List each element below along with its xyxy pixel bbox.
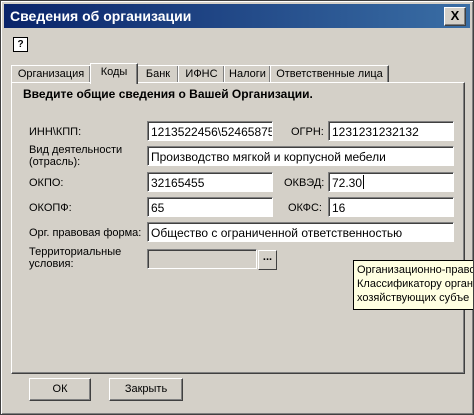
ok-button[interactable]: ОК bbox=[29, 378, 91, 401]
tooltip-line-3: хозяйствующих субъе bbox=[357, 292, 470, 304]
window-title: Сведения об организации bbox=[10, 8, 192, 24]
territorial-input[interactable] bbox=[147, 249, 257, 269]
text-cursor bbox=[363, 175, 364, 189]
tab-codes[interactable]: Коды bbox=[90, 63, 138, 84]
tooltip: Организационно-право Классификатору орга… bbox=[353, 260, 473, 310]
legal-form-input[interactable]: Общество с ограниченной ответственностью bbox=[147, 222, 454, 242]
close-window-button[interactable]: X bbox=[444, 7, 466, 26]
okpo-label: ОКПО: bbox=[29, 177, 64, 189]
ogrn-input[interactable]: 1231231232132 bbox=[328, 121, 454, 141]
inn-kpp-label: ИНН\КПП: bbox=[29, 126, 82, 138]
tab-bank[interactable]: Банк bbox=[137, 65, 179, 83]
okfs-input[interactable]: 16 bbox=[328, 197, 454, 217]
organization-dialog: Сведения об организации X ? Организация … bbox=[0, 0, 474, 415]
activity-label-line2: (отрасль): bbox=[29, 156, 81, 168]
legal-form-label: Орг. правовая форма: bbox=[29, 227, 142, 239]
tab-taxes[interactable]: Налоги bbox=[224, 65, 271, 83]
tab-ifns[interactable]: ИФНС bbox=[178, 65, 225, 83]
territorial-label-line1: Территориальные bbox=[29, 246, 122, 258]
activity-input[interactable]: Производство мягкой и корпусной мебели bbox=[147, 146, 454, 166]
help-icon[interactable]: ? bbox=[13, 37, 28, 52]
okopf-input[interactable]: 65 bbox=[147, 197, 273, 217]
activity-label-line1: Вид деятельности bbox=[29, 144, 123, 156]
tooltip-line-2: Классификатору орган bbox=[357, 278, 473, 290]
ogrn-label: ОГРН: bbox=[291, 126, 324, 138]
okfs-label: ОКФС: bbox=[288, 202, 322, 214]
tooltip-line-1: Организационно-право bbox=[357, 264, 473, 276]
territorial-browse-button[interactable]: ... bbox=[258, 250, 277, 270]
close-button[interactable]: Закрыть bbox=[109, 378, 183, 401]
territorial-label-line2: условия: bbox=[29, 258, 74, 270]
okved-label: ОКВЭД: bbox=[284, 177, 325, 189]
inn-kpp-input[interactable]: 1213522456\524658754 bbox=[147, 121, 273, 141]
okopf-label: ОКОПФ: bbox=[29, 202, 72, 214]
form-heading: Введите общие сведения о Вашей Организац… bbox=[23, 87, 313, 101]
title-bar[interactable]: Сведения об организации X bbox=[4, 4, 470, 28]
okved-input[interactable]: 72.30 bbox=[328, 172, 454, 192]
okpo-input[interactable]: 32165455 bbox=[147, 172, 273, 192]
tab-organization[interactable]: Организация bbox=[11, 65, 91, 83]
tab-responsible-persons[interactable]: Ответственные лица bbox=[270, 65, 389, 83]
